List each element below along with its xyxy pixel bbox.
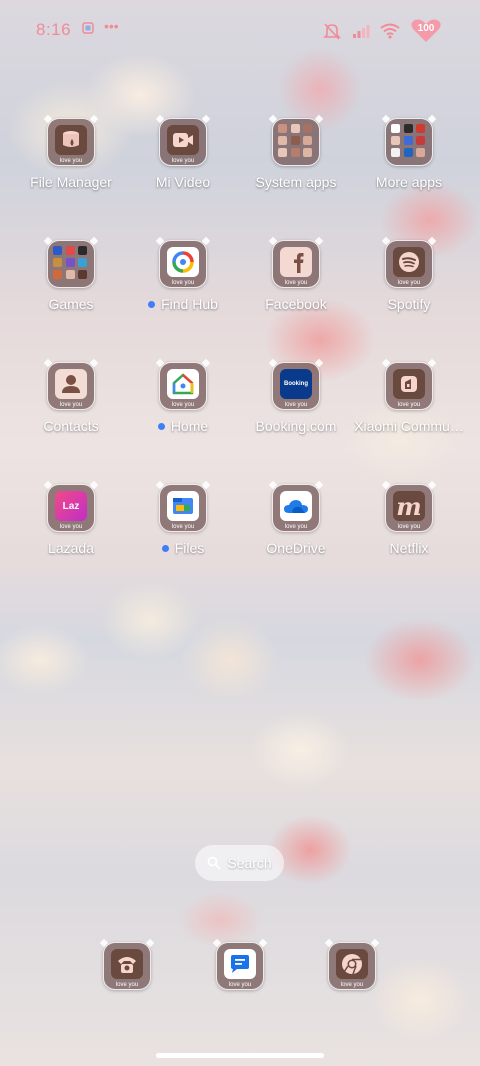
screenshot-notification-icon — [82, 22, 94, 37]
app-file-manager[interactable]: love you File Manager — [15, 118, 127, 190]
google-home-icon: love you — [159, 362, 207, 410]
folder-icon — [272, 118, 320, 166]
battery-icon: 100 — [410, 18, 442, 44]
search-icon — [207, 856, 221, 870]
app-label: Booking.com — [255, 418, 337, 434]
file-manager-icon: love you — [47, 118, 95, 166]
mute-icon — [322, 21, 342, 41]
app-home[interactable]: love you Home — [127, 362, 239, 434]
dock-phone[interactable]: love you — [71, 942, 183, 990]
chrome-icon: love you — [328, 942, 376, 990]
more-notifications-icon: ••• — [104, 18, 119, 34]
app-label: File Manager — [30, 174, 112, 190]
mi-video-icon: love you — [159, 118, 207, 166]
app-label: Games — [48, 296, 94, 312]
app-label: Xiaomi Commu… — [354, 418, 464, 434]
find-hub-icon: love you — [159, 240, 207, 288]
messages-icon: love you — [216, 942, 264, 990]
onedrive-icon: love you — [272, 484, 320, 532]
dock-messages[interactable]: love you — [184, 942, 296, 990]
signal-icon — [352, 23, 370, 39]
app-facebook[interactable]: love you Facebook — [240, 240, 352, 312]
gesture-navigation-bar[interactable] — [156, 1053, 324, 1058]
wifi-icon — [380, 23, 400, 39]
new-indicator-dot — [148, 300, 156, 308]
app-find-hub[interactable]: love you Find Hub — [127, 240, 239, 312]
new-indicator-dot — [157, 422, 165, 430]
facebook-icon: love you — [272, 240, 320, 288]
lazada-icon: Laz love you — [47, 484, 95, 532]
app-label: Netflix — [389, 540, 429, 556]
app-spotify[interactable]: love you Spotify — [353, 240, 465, 312]
app-mi-video[interactable]: love you Mi Video — [127, 118, 239, 190]
app-netflix[interactable]: m love you Netflix — [353, 484, 465, 556]
app-xiaomi-community[interactable]: love you Xiaomi Commu… — [353, 362, 465, 434]
app-lazada[interactable]: Laz love you Lazada — [15, 484, 127, 556]
app-label: Files — [127, 540, 239, 556]
folder-system-apps[interactable]: System apps — [240, 118, 352, 190]
folder-games[interactable]: Games — [15, 240, 127, 312]
app-label: Find Hub — [127, 296, 239, 312]
booking-icon: Booking love you — [272, 362, 320, 410]
contacts-icon: love you — [47, 362, 95, 410]
app-contacts[interactable]: love you Contacts — [15, 362, 127, 434]
files-icon: love you — [159, 484, 207, 532]
dock-chrome[interactable]: love you — [296, 942, 408, 990]
phone-icon: love you — [103, 942, 151, 990]
netflix-icon: m love you — [385, 484, 433, 532]
battery-level: 100 — [417, 23, 435, 34]
app-files[interactable]: love you Files — [127, 484, 239, 556]
search-label: Search — [227, 855, 272, 871]
app-label: Contacts — [43, 418, 99, 434]
app-onedrive[interactable]: love you OneDrive — [240, 484, 352, 556]
status-time: 8:16 — [36, 20, 72, 39]
xiaomi-community-icon: love you — [385, 362, 433, 410]
app-label: Home — [127, 418, 239, 434]
app-label: Lazada — [48, 540, 94, 556]
app-label: More apps — [375, 174, 443, 190]
app-booking[interactable]: Booking love you Booking.com — [240, 362, 352, 434]
search-button[interactable]: Search — [195, 845, 284, 881]
folder-icon — [47, 240, 95, 288]
folder-more-apps[interactable]: More apps — [353, 118, 465, 190]
app-label: OneDrive — [266, 540, 326, 556]
app-label: Spotify — [387, 296, 431, 312]
app-label: System apps — [255, 174, 337, 190]
folder-icon — [385, 118, 433, 166]
new-indicator-dot — [161, 544, 169, 552]
app-label: Mi Video — [155, 174, 211, 190]
spotify-icon: love you — [385, 240, 433, 288]
status-bar: 8:16 ••• 100 — [0, 0, 480, 60]
app-label: Facebook — [265, 296, 327, 312]
